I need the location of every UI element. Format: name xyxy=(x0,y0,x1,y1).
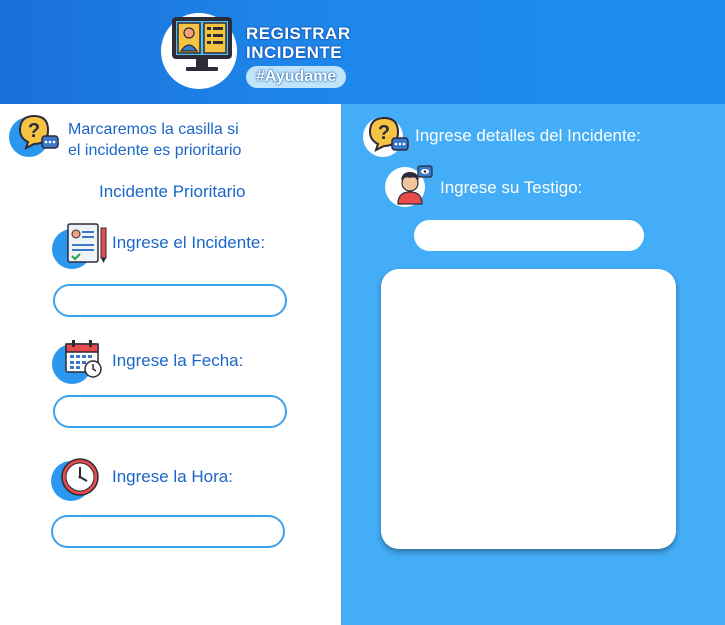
question-bubble-icon: ? xyxy=(368,116,409,152)
date-input-wrap xyxy=(53,395,287,428)
witness-input-wrap xyxy=(414,220,644,251)
calendar-icon xyxy=(65,340,102,378)
incident-input[interactable] xyxy=(55,286,285,315)
title-line-1: REGISTRAR xyxy=(246,24,351,43)
clock-icon xyxy=(61,458,99,496)
computer-user-icon xyxy=(172,17,232,71)
hashtag-badge: #Ayudame xyxy=(246,66,347,88)
details-label: Ingrese detalles del Incidente: xyxy=(415,126,641,145)
app-title: REGISTRAR INCIDENTE xyxy=(246,24,386,62)
document-report-icon xyxy=(67,223,107,263)
priority-note-line1: Marcaremos la casilla si xyxy=(68,121,239,138)
priority-note-line2: el incidente es prioritario xyxy=(68,142,242,159)
question-bubble-icon: ? xyxy=(18,114,59,150)
details-textarea[interactable] xyxy=(381,269,676,549)
witness-label: Ingrese su Testigo: xyxy=(440,178,583,197)
time-label: Ingrese la Hora: xyxy=(112,467,233,486)
time-input-wrap xyxy=(51,515,285,548)
incident-label: Ingrese el Incidente: xyxy=(112,233,266,252)
title-line-2: INCIDENTE xyxy=(246,43,343,62)
priority-checkbox-label[interactable]: Incidente Prioritario xyxy=(99,182,245,202)
time-input[interactable] xyxy=(53,517,283,546)
incident-input-wrap xyxy=(53,284,287,317)
witness-input[interactable] xyxy=(414,220,644,251)
svg-text:?: ? xyxy=(28,120,40,142)
date-input[interactable] xyxy=(55,397,285,426)
svg-text:?: ? xyxy=(378,122,390,144)
details-textarea-wrap xyxy=(381,269,676,549)
priority-note: Marcaremos la casilla si el incidente es… xyxy=(68,119,241,161)
date-label: Ingrese la Fecha: xyxy=(112,351,244,370)
header-bar: REGISTRAR INCIDENTE #Ayudame xyxy=(0,0,725,104)
witness-person-icon xyxy=(397,165,433,205)
